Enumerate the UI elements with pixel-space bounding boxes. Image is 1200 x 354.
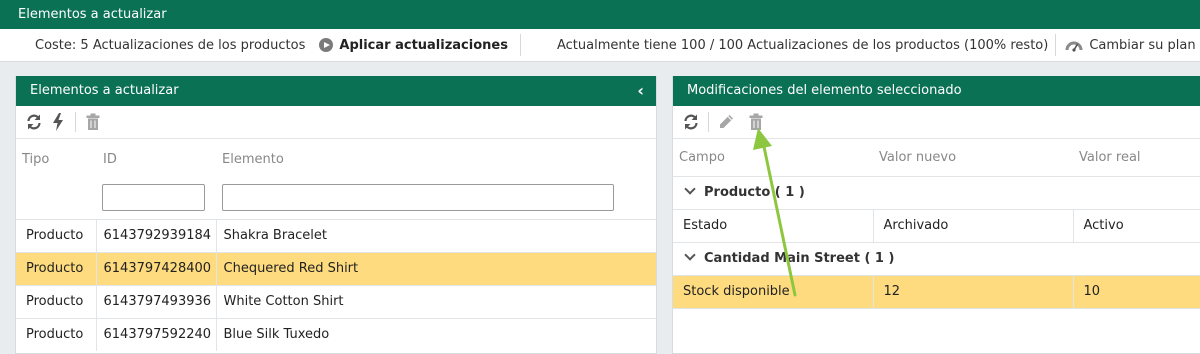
bolt-button[interactable]: [46, 110, 70, 134]
apply-updates-button[interactable]: Aplicar actualizaciones: [319, 38, 508, 53]
filter-row: [16, 179, 656, 219]
trash-icon: [749, 113, 763, 130]
group-label: Producto ( 1 ): [704, 185, 805, 200]
row-type: Producto: [16, 218, 96, 252]
items-table: Tipo ID Elemento Producto 6143792939184 …: [16, 139, 656, 351]
filter-cell: [96, 179, 216, 219]
toolbar-divider: [75, 112, 76, 132]
gauge-icon: [1065, 41, 1083, 52]
items-toolbar: [16, 106, 656, 139]
group-header: Cantidad Main Street ( 1 ): [673, 242, 1200, 276]
table-row[interactable]: Producto 6143797493936 White Cotton Shir…: [16, 284, 656, 318]
items-panel: Elementos a actualizar ‹ Tipo ID Element…: [15, 76, 657, 354]
chevron-down-icon[interactable]: [684, 183, 696, 195]
apply-updates-label: Aplicar actualizaciones: [339, 37, 508, 53]
chevron-left-icon[interactable]: ‹: [637, 76, 644, 106]
window-title: Elementos a actualizar: [0, 0, 1200, 29]
modifications-toolbar: [673, 106, 1200, 139]
modifications-panel-title: Modificaciones del elemento seleccionado: [687, 83, 962, 98]
refresh-button[interactable]: [679, 110, 703, 134]
real-value: Activo: [1072, 209, 1200, 243]
filter-cell: [16, 179, 96, 219]
modifications-panel: Modificaciones del elemento seleccionado: [672, 76, 1200, 354]
row-element: White Cotton Shirt: [215, 284, 656, 318]
column-header-new-value[interactable]: Valor nuevo: [873, 139, 1073, 177]
items-panel-title: Elementos a actualizar: [30, 83, 179, 98]
row-id: 6143797428400: [95, 251, 216, 285]
group-row[interactable]: Cantidad Main Street ( 1 ): [673, 242, 1200, 276]
column-header-real-value[interactable]: Valor real: [1073, 139, 1200, 177]
group-label: Cantidad Main Street ( 1 ): [704, 251, 895, 266]
row-type: Producto: [16, 317, 96, 351]
field-name: Estado: [673, 209, 873, 243]
new-value: 12: [872, 275, 1073, 309]
delete-button[interactable]: [81, 110, 105, 134]
quota-text: Actualmente tiene 100 / 100 Actualizacio…: [556, 37, 1049, 53]
play-icon: [319, 38, 334, 52]
row-element: Chequered Red Shirt: [215, 251, 656, 285]
row-id: 6143797493936: [95, 284, 216, 318]
row-element: Shakra Bracelet: [215, 218, 656, 252]
row-type: Producto: [16, 251, 96, 285]
column-header-type[interactable]: Tipo: [16, 139, 96, 179]
column-header-field[interactable]: Campo: [673, 139, 873, 177]
refresh-icon: [684, 114, 698, 130]
row-type: Producto: [16, 284, 96, 318]
bolt-icon: [53, 113, 63, 131]
edit-button[interactable]: [714, 110, 738, 134]
cost-bar: Coste: 5 Actualizaciones de los producto…: [0, 29, 1200, 62]
cost-text: Coste: 5 Actualizaciones de los producto…: [35, 37, 306, 53]
trash-icon: [86, 113, 100, 130]
modifications-table: Campo Valor nuevo Valor real Producto ( …: [673, 139, 1200, 309]
modifications-panel-header: Modificaciones del elemento seleccionado: [673, 76, 1200, 106]
group-row[interactable]: Producto ( 1 ): [673, 176, 1200, 210]
items-panel-header: Elementos a actualizar ‹: [16, 76, 656, 106]
table-row[interactable]: Producto 6143797592240 Blue Silk Tuxedo: [16, 317, 656, 351]
table-row-selected[interactable]: Stock disponible 12 10: [673, 275, 1200, 309]
element-filter-input[interactable]: [222, 184, 614, 211]
chevron-down-icon[interactable]: [684, 249, 696, 261]
table-row[interactable]: Producto 6143792939184 Shakra Bracelet: [16, 218, 656, 252]
row-id: 6143792939184: [95, 218, 216, 252]
pencil-icon: [720, 115, 733, 128]
row-element: Blue Silk Tuxedo: [215, 317, 656, 351]
group-header: Producto ( 1 ): [673, 176, 1200, 210]
refresh-button[interactable]: [22, 110, 46, 134]
field-name: Stock disponible: [673, 275, 873, 309]
column-header-element[interactable]: Elemento: [216, 139, 656, 179]
row-id: 6143797592240: [95, 317, 216, 351]
filter-cell: [216, 179, 656, 219]
new-value: Archivado: [872, 209, 1073, 243]
delete-button[interactable]: [744, 110, 768, 134]
change-plan-button[interactable]: Cambiar su plan: [1056, 29, 1196, 62]
table-row-selected[interactable]: Producto 6143797428400 Chequered Red Shi…: [16, 251, 656, 285]
id-filter-input[interactable]: [102, 184, 205, 211]
toolbar-divider: [708, 112, 709, 132]
real-value: 10: [1072, 275, 1200, 309]
refresh-icon: [27, 114, 41, 130]
change-plan-label: Cambiar su plan: [1089, 37, 1196, 53]
column-header-id[interactable]: ID: [96, 139, 216, 179]
table-row[interactable]: Estado Archivado Activo: [673, 209, 1200, 243]
